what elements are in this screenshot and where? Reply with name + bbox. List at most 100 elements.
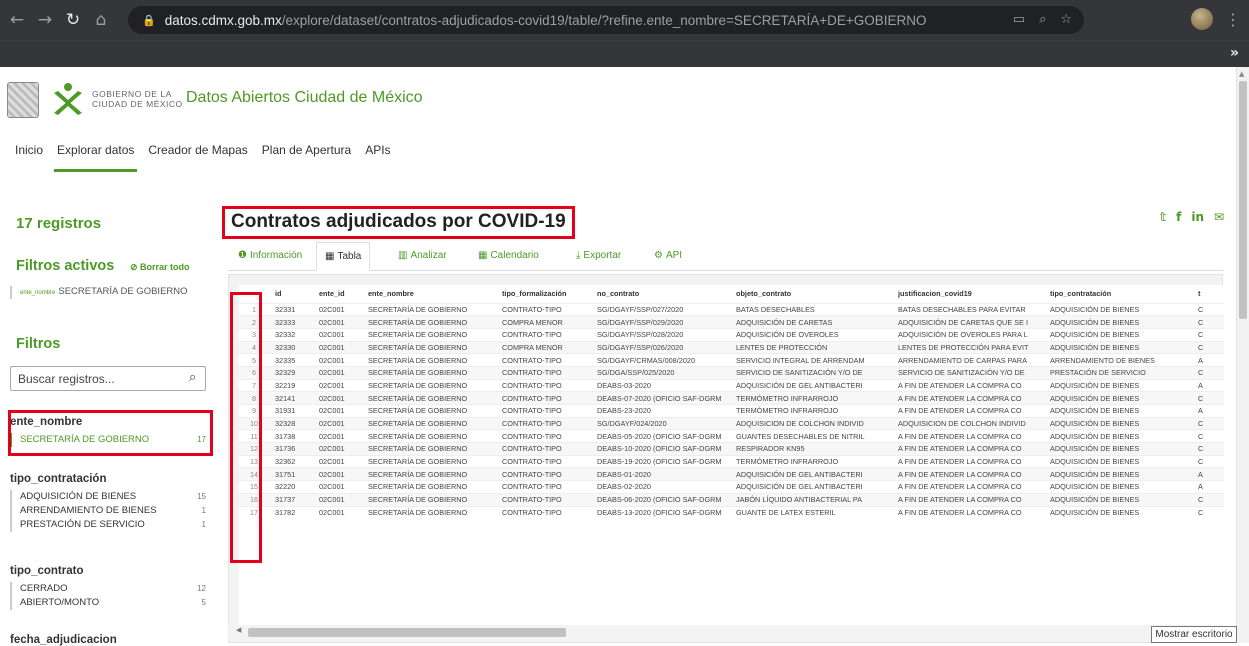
column-header[interactable]: tipo_contratación xyxy=(1044,285,1192,303)
table-row[interactable]: 4 32330 02C001 SECRETARÍA DE GOBIERNO COMPRA… xyxy=(239,340,1224,354)
dataset-tabs: ❶ Información ▦ Tabla ▥ Analizar ▦ Calendari… xyxy=(228,242,1223,271)
table-scrollbar-thumb[interactable] xyxy=(248,628,566,637)
nav-inicio[interactable]: Inicio xyxy=(15,143,43,157)
tab-exportar[interactable]: ⤓ Exportar xyxy=(568,242,629,271)
facet-item[interactable]: PRESTACIÓN DE SERVICIO 1 xyxy=(20,518,206,532)
cdmx-logo[interactable] xyxy=(48,79,88,119)
nav-explorar-datos[interactable]: Explorar datos xyxy=(54,143,138,172)
table-row[interactable]: 6 32329 02C001 SECRETARÍA DE GOBIERNO CONTRA… xyxy=(239,365,1224,380)
filters-title: Filtros xyxy=(16,336,61,352)
cast-icon[interactable]: ▭ xyxy=(1013,12,1025,27)
table-cell: CONTRATO-TIPO xyxy=(496,505,591,519)
table-cell: C xyxy=(1192,365,1224,380)
table-body: 1 32331 02C001 SECRETARÍA DE GOBIERNO CONTRA… xyxy=(239,302,1224,519)
column-header[interactable]: t xyxy=(1192,285,1224,303)
table-row[interactable]: 17 31782 02C001 SECRETARÍA DE GOBIERNO CONTR… xyxy=(239,505,1224,519)
table-cell: ARRENDAMIENTO DE CARPAS PARA xyxy=(892,353,1044,367)
table-row[interactable]: 12 31736 02C001 SECRETARÍA DE GOBIERNO CONTR… xyxy=(239,442,1224,456)
table-row[interactable]: 11 31738 02C001 SECRETARÍA DE GOBIERNO CONTR… xyxy=(239,429,1224,443)
column-header[interactable]: no_contrato xyxy=(591,285,730,303)
column-header[interactable]: objeto_contrato xyxy=(730,285,892,303)
twitter-icon[interactable]: 𝕥 xyxy=(1160,210,1166,224)
nav-plan-de-apertura[interactable]: Plan de Apertura xyxy=(262,143,351,157)
table-cell: SECRETARÍA DE GOBIERNO xyxy=(362,365,496,380)
facet-title-partial[interactable]: fecha_adjudicacion xyxy=(10,634,117,646)
table-row[interactable]: 2 32333 02C001 SECRETARÍA DE GOBIERNO COMPRA… xyxy=(239,315,1224,329)
tab-api[interactable]: ⚙ API xyxy=(646,242,690,271)
table-row[interactable]: 13 32362 02C001 SECRETARÍA DE GOBIERNO CONTR… xyxy=(239,454,1224,468)
home-icon[interactable]: ⌂ xyxy=(90,10,112,30)
page-scrollbar-thumb[interactable] xyxy=(1239,81,1247,319)
table-row[interactable]: 15 32220 02C001 SECRETARÍA DE GOBIERNO CONTR… xyxy=(239,480,1224,494)
facet-item[interactable]: ADQUISICIÓN DE BIENES 15 xyxy=(20,490,206,504)
browser-toolbar: ← → ↻ ⌂ 🔒 datos.cdmx.gob.mx/explore/data… xyxy=(0,0,1249,40)
highlight-box-row-numbers xyxy=(230,292,262,563)
coat-of-arms-logo[interactable] xyxy=(7,82,39,118)
table-horizontal-scrollbar[interactable]: ◀ xyxy=(228,625,1223,639)
column-header[interactable]: tipo_formalización xyxy=(496,285,591,303)
column-header[interactable]: ente_nombre xyxy=(362,285,496,303)
table-cell: GUANTES DESECHABLES DE NITRIL xyxy=(730,429,892,443)
facet-title[interactable]: tipo_contrato xyxy=(10,565,206,577)
table-cell: SG/DGAYF/SSP/029/2020 xyxy=(591,315,730,329)
back-icon[interactable]: ← xyxy=(6,10,28,30)
table-row[interactable]: 1 32331 02C001 SECRETARÍA DE GOBIERNO CONTRA… xyxy=(239,302,1224,316)
table-cell: DEABS-23-2020 xyxy=(591,404,730,418)
nav-apis[interactable]: APIs xyxy=(365,143,390,157)
active-filter-chip[interactable]: ente_nombre SECRETARÍA DE GOBIERNO xyxy=(10,286,200,299)
table-row[interactable]: 8 32141 02C001 SECRETARÍA DE GOBIERNO CONTRA… xyxy=(239,391,1224,405)
records-table-container[interactable]: id ente_id ente_nombre tipo_formalización no… xyxy=(239,285,1224,635)
star-icon[interactable]: ☆ xyxy=(1060,12,1072,27)
nav-creador-de-mapas[interactable]: Creador de Mapas xyxy=(148,143,247,157)
table-cell: CONTRATO-TIPO xyxy=(496,416,591,430)
table-cell: 02C001 xyxy=(313,404,362,418)
column-header[interactable]: ente_id xyxy=(313,285,362,303)
facebook-icon[interactable]: f xyxy=(1176,210,1181,224)
profile-avatar[interactable] xyxy=(1191,8,1213,30)
linkedin-icon[interactable]: in xyxy=(1191,210,1204,224)
table-cell: CONTRATO-TIPO xyxy=(496,378,591,392)
table-row[interactable]: 9 31931 02C001 SECRETARÍA DE GOBIERNO CONTRA… xyxy=(239,404,1224,418)
table-row[interactable]: 3 32332 02C001 SECRETARÍA DE GOBIERNO CONTRA… xyxy=(239,327,1224,342)
tab-informacion[interactable]: ❶ Información xyxy=(230,242,310,271)
table-row[interactable]: 16 31737 02C001 SECRETARÍA DE GOBIERNO CONTR… xyxy=(239,492,1224,506)
table-cell: 31738 xyxy=(269,429,313,443)
table-row[interactable]: 5 32335 02C001 SECRETARÍA DE GOBIERNO CONTRA… xyxy=(239,353,1224,367)
forward-icon[interactable]: → xyxy=(34,10,56,30)
menu-kebab-icon[interactable]: ⋮ xyxy=(1225,10,1241,29)
table-cell: A xyxy=(1192,467,1224,481)
tab-analizar[interactable]: ▥ Analizar xyxy=(390,242,455,271)
page-scrollbar[interactable]: ▲ xyxy=(1236,67,1249,643)
table-cell: 32332 xyxy=(269,327,313,342)
column-header[interactable]: justificacion_covid19 xyxy=(892,285,1044,303)
table-cell: GUANTE DE LATEX ESTERIL xyxy=(730,505,892,519)
scroll-up-icon[interactable]: ▲ xyxy=(1239,70,1244,78)
table-cell: CONTRATO-TIPO xyxy=(496,442,591,456)
reload-icon[interactable]: ↻ xyxy=(62,10,84,30)
search-icon[interactable]: ⌕ xyxy=(189,370,196,385)
table-row[interactable]: 7 32219 02C001 SECRETARÍA DE GOBIERNO CONTRA… xyxy=(239,378,1224,392)
table-cell: DEABS-19-2020 (OFICIO SAF-DGRM xyxy=(591,454,730,468)
clear-all-button[interactable]: ⊘ Borrar todo xyxy=(130,262,190,273)
table-cell: ADQUISICIÓN DE BIENES xyxy=(1044,378,1192,392)
address-bar[interactable]: 🔒 datos.cdmx.gob.mx/explore/dataset/cont… xyxy=(128,6,1084,34)
facet-item[interactable]: CERRADO 12 xyxy=(20,582,206,596)
search-records-input[interactable] xyxy=(10,366,206,391)
table-cell: 02C001 xyxy=(313,429,362,443)
tab-calendario[interactable]: ▦ Calendario xyxy=(470,242,547,271)
tab-tabla[interactable]: ▦ Tabla xyxy=(316,242,371,271)
facet-item[interactable]: ARRENDAMIENTO DE BIENES 1 xyxy=(20,504,206,518)
bookmarks-more-icon[interactable]: » xyxy=(1230,45,1239,61)
email-icon[interactable]: ✉ xyxy=(1214,210,1224,224)
facet-title[interactable]: tipo_contratación xyxy=(10,473,206,485)
facet-item[interactable]: ABIERTO/MONTO 5 xyxy=(20,596,206,610)
zoom-icon[interactable]: ⌕ xyxy=(1039,12,1046,27)
column-header[interactable]: id xyxy=(269,285,313,303)
table-cell: SECRETARÍA DE GOBIERNO xyxy=(362,378,496,392)
table-cell: SECRETARÍA DE GOBIERNO xyxy=(362,505,496,519)
table-row[interactable]: 14 31751 02C001 SECRETARÍA DE GOBIERNO CONTR… xyxy=(239,467,1224,481)
site-title[interactable]: Datos Abiertos Ciudad de México xyxy=(186,89,423,107)
scroll-left-icon[interactable]: ◀ xyxy=(236,626,241,634)
table-row[interactable]: 10 32328 02C001 SECRETARÍA DE GOBIERNO CONTR… xyxy=(239,416,1224,430)
table-cell: ADQUISICIÓN DE OVEROLES xyxy=(730,327,892,342)
